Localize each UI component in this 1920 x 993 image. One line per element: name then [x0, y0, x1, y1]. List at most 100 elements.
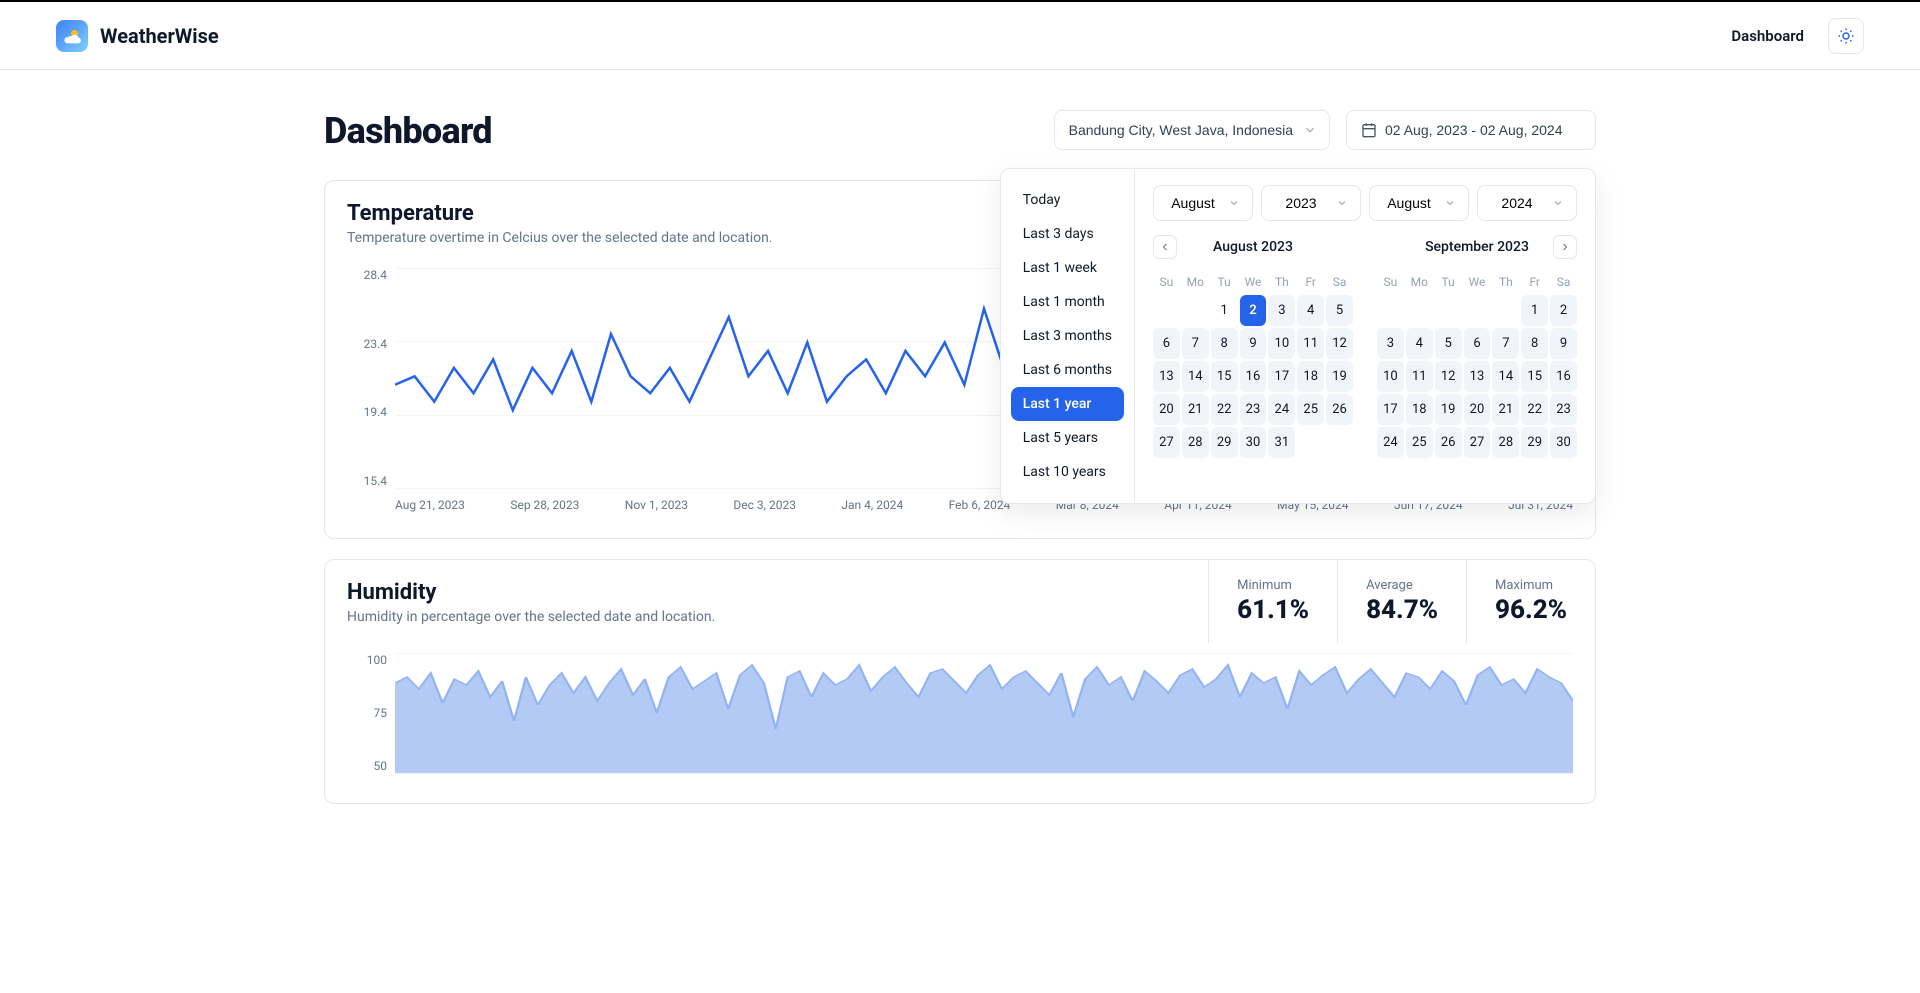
calendar-day[interactable]: 16 [1550, 361, 1577, 392]
calendar-day[interactable]: 20 [1153, 394, 1180, 425]
calendar-day[interactable]: 26 [1435, 427, 1462, 458]
calendar-day[interactable]: 2 [1240, 295, 1267, 326]
calendar-day[interactable]: 16 [1240, 361, 1267, 392]
calendar-day[interactable]: 9 [1550, 328, 1577, 359]
calendar-day[interactable]: 6 [1464, 328, 1491, 359]
from-month-select[interactable]: August [1153, 185, 1253, 221]
nav-dashboard[interactable]: Dashboard [1731, 27, 1804, 45]
calendar-day[interactable]: 29 [1521, 427, 1548, 458]
calendar-day[interactable]: 11 [1297, 328, 1324, 359]
calendar-icon [1361, 122, 1377, 138]
calendar-day[interactable]: 28 [1182, 427, 1209, 458]
y-tick: 75 [347, 706, 395, 720]
calendar-day[interactable]: 12 [1435, 361, 1462, 392]
plot-area [395, 653, 1573, 773]
date-preset[interactable]: Last 1 week [1011, 251, 1124, 285]
calendar-day[interactable]: 25 [1297, 394, 1324, 425]
date-picker-popover: TodayLast 3 daysLast 1 weekLast 1 monthL… [1000, 168, 1596, 504]
calendar-prev-button[interactable] [1153, 235, 1177, 259]
calendar-selects: August 2023 August 2024 [1153, 185, 1577, 221]
calendar-dow: Mo [1406, 271, 1433, 293]
calendar-day[interactable]: 17 [1268, 361, 1295, 392]
calendar-day[interactable]: 18 [1297, 361, 1324, 392]
calendar-dow: Fr [1521, 271, 1548, 293]
calendar-day[interactable]: 29 [1211, 427, 1238, 458]
date-preset[interactable]: Last 3 months [1011, 319, 1124, 353]
calendar-day[interactable]: 2 [1550, 295, 1577, 326]
theme-toggle-button[interactable] [1828, 18, 1864, 54]
calendar-day[interactable]: 8 [1211, 328, 1238, 359]
calendar-day[interactable]: 31 [1268, 427, 1295, 458]
topbar-right: Dashboard [1731, 18, 1864, 54]
location-select[interactable]: Bandung City, West Java, Indonesia [1054, 110, 1330, 150]
calendar-day[interactable]: 8 [1521, 328, 1548, 359]
calendar-day[interactable]: 28 [1492, 427, 1519, 458]
calendar-day[interactable]: 30 [1550, 427, 1577, 458]
date-preset[interactable]: Last 3 days [1011, 217, 1124, 251]
date-range-button[interactable]: 02 Aug, 2023 - 02 Aug, 2024 [1346, 110, 1596, 150]
calendar-day[interactable]: 19 [1435, 394, 1462, 425]
to-month-select[interactable]: August [1369, 185, 1469, 221]
calendar-day[interactable]: 27 [1153, 427, 1180, 458]
calendar-day[interactable]: 1 [1211, 295, 1238, 326]
calendar-day[interactable]: 9 [1240, 328, 1267, 359]
calendar-dow: We [1464, 271, 1491, 293]
calendar-next-button[interactable] [1553, 235, 1577, 259]
calendar-day[interactable]: 3 [1268, 295, 1295, 326]
calendar-day[interactable]: 25 [1406, 427, 1433, 458]
calendar-month-label: September 2023 [1425, 239, 1529, 255]
calendar-day[interactable]: 20 [1464, 394, 1491, 425]
calendar-day[interactable]: 17 [1377, 394, 1404, 425]
calendar-day[interactable]: 13 [1464, 361, 1491, 392]
to-year-select[interactable]: 2024 [1477, 185, 1577, 221]
calendar-day[interactable]: 23 [1240, 394, 1267, 425]
x-tick: Sep 28, 2023 [510, 498, 579, 518]
calendar-day[interactable]: 6 [1153, 328, 1180, 359]
calendar-day[interactable]: 14 [1182, 361, 1209, 392]
calendar-day[interactable]: 26 [1326, 394, 1353, 425]
calendar-day[interactable]: 14 [1492, 361, 1519, 392]
date-preset[interactable]: Last 1 month [1011, 285, 1124, 319]
date-preset[interactable]: Last 6 months [1011, 353, 1124, 387]
calendar-day[interactable]: 27 [1464, 427, 1491, 458]
date-preset[interactable]: Today [1011, 183, 1124, 217]
calendar-day[interactable]: 22 [1521, 394, 1548, 425]
main: Dashboard Bandung City, West Java, Indon… [324, 70, 1596, 864]
calendar-day[interactable]: 22 [1211, 394, 1238, 425]
calendar-day[interactable]: 24 [1268, 394, 1295, 425]
calendar-grid-2: SuMoTuWeThFrSa12345678910111213141516171… [1377, 271, 1577, 458]
calendar-day[interactable]: 5 [1326, 295, 1353, 326]
calendar-day[interactable]: 10 [1268, 328, 1295, 359]
date-preset[interactable]: Last 1 year [1011, 387, 1124, 421]
calendar-day[interactable]: 13 [1153, 361, 1180, 392]
calendar-day[interactable]: 10 [1377, 361, 1404, 392]
stat-minimum: Minimum 61.1% [1208, 560, 1337, 643]
calendar-day[interactable]: 21 [1492, 394, 1519, 425]
calendar-day[interactable]: 15 [1521, 361, 1548, 392]
calendar-day[interactable]: 15 [1211, 361, 1238, 392]
calendar-day[interactable]: 4 [1297, 295, 1324, 326]
calendar-day[interactable]: 3 [1377, 328, 1404, 359]
calendar-day[interactable]: 7 [1492, 328, 1519, 359]
calendar-day[interactable]: 4 [1406, 328, 1433, 359]
humidity-card: Humidity Humidity in percentage over the… [324, 559, 1596, 804]
x-tick: Nov 1, 2023 [625, 498, 688, 518]
calendar-day[interactable]: 18 [1406, 394, 1433, 425]
calendar-day[interactable]: 24 [1377, 427, 1404, 458]
from-year-select[interactable]: 2023 [1261, 185, 1361, 221]
humidity-stats: Minimum 61.1% Average 84.7% Maximum 96.2… [1208, 560, 1595, 643]
calendar-day[interactable]: 21 [1182, 394, 1209, 425]
date-preset[interactable]: Last 5 years [1011, 421, 1124, 455]
calendar-day[interactable]: 1 [1521, 295, 1548, 326]
calendar-day[interactable]: 23 [1550, 394, 1577, 425]
calendar-day[interactable]: 7 [1182, 328, 1209, 359]
calendar-day[interactable]: 12 [1326, 328, 1353, 359]
calendar-dow: Mo [1182, 271, 1209, 293]
y-tick: 15.4 [347, 474, 395, 488]
y-tick: 50 [347, 759, 395, 773]
calendar-day[interactable]: 19 [1326, 361, 1353, 392]
calendar-day[interactable]: 30 [1240, 427, 1267, 458]
calendar-day[interactable]: 11 [1406, 361, 1433, 392]
date-preset[interactable]: Last 10 years [1011, 455, 1124, 489]
calendar-day[interactable]: 5 [1435, 328, 1462, 359]
